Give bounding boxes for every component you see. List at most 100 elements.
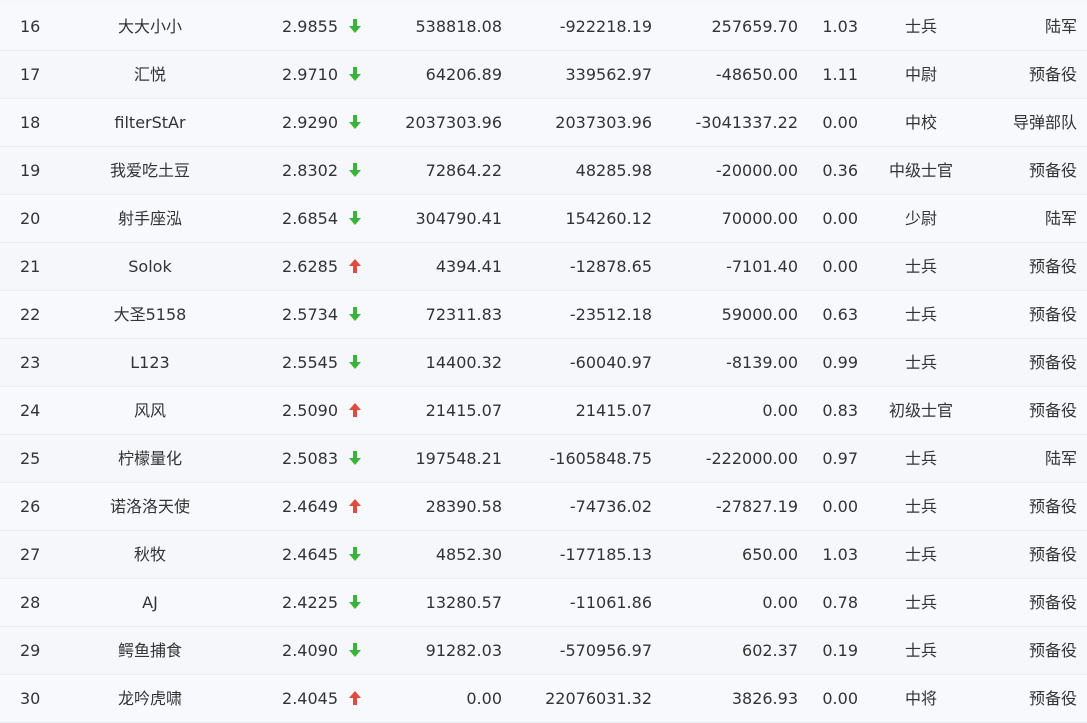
trend-icon <box>346 627 364 675</box>
trend-icon <box>346 243 364 291</box>
table-row[interactable]: 20 射手座泓 2.6854 304790.41 154260.12 70000.00 0.… <box>0 195 1087 243</box>
rank-cell: 18 <box>20 113 41 132</box>
arrow-up-icon <box>348 690 362 706</box>
score-value: 2.4225 <box>282 593 338 612</box>
rank-cell: 30 <box>20 689 41 708</box>
value-3: 602.37 <box>742 641 798 660</box>
arrow-down-icon <box>348 450 362 466</box>
unit-group: 陆军 <box>1044 209 1077 228</box>
player-name: AJ <box>142 593 158 612</box>
table-row[interactable]: 22 大圣5158 2.5734 72311.83 -23512.18 59000.00 0… <box>0 291 1087 339</box>
value-3: -27827.19 <box>715 497 798 516</box>
score-value: 2.4649 <box>282 497 338 516</box>
unit-group: 预备役 <box>1028 545 1077 564</box>
table-row[interactable]: 19 我爱吃土豆 2.8302 72864.22 48285.98 -20000.00 0.… <box>0 147 1087 195</box>
value-2: -74736.02 <box>569 497 652 516</box>
ratio-value: 0.00 <box>822 497 858 516</box>
value-2: 22076031.32 <box>545 689 652 708</box>
value-3: -3041337.22 <box>695 113 798 132</box>
arrow-down-icon <box>348 306 362 322</box>
player-name: 龙吟虎啸 <box>117 689 182 708</box>
rank-cell: 24 <box>20 401 41 420</box>
unit-group: 陆军 <box>1044 17 1077 36</box>
player-name: 柠檬量化 <box>117 449 182 468</box>
table-row[interactable]: 29 鳄鱼捕食 2.4090 91282.03 -570956.97 602.37 0.19… <box>0 627 1087 675</box>
score-value: 2.4645 <box>282 545 338 564</box>
trend-icon <box>346 579 364 627</box>
table-row[interactable]: 21 Solok 2.6285 4394.41 -12878.65 -7101.40 0.0… <box>0 243 1087 291</box>
table-row[interactable]: 18 filterStAr 2.9290 2037303.96 2037303.96 -3… <box>0 99 1087 147</box>
table-row[interactable]: 23 L123 2.5545 14400.32 -60040.97 -8139.00 0.9… <box>0 339 1087 387</box>
table-row[interactable]: 16 大大小小 2.9855 538818.08 -922218.19 257659.70… <box>0 3 1087 51</box>
trend-icon <box>346 435 364 483</box>
score-value: 2.5734 <box>282 305 338 324</box>
value-3: 59000.00 <box>721 305 798 324</box>
player-name: 风风 <box>133 401 166 420</box>
arrow-up-icon <box>348 258 362 274</box>
value-2: -12878.65 <box>569 257 652 276</box>
value-1: 13280.57 <box>425 593 502 612</box>
table-row[interactable]: 30 龙吟虎啸 2.4045 0.00 22076031.32 3826.93 0.00 中将… <box>0 675 1087 723</box>
score-value: 2.8302 <box>282 161 338 180</box>
military-rank: 少尉 <box>904 209 937 228</box>
table-row[interactable]: 17 汇悦 2.9710 64206.89 339562.97 -48650.00 1.11… <box>0 51 1087 99</box>
ratio-value: 0.99 <box>822 353 858 372</box>
value-3: 0.00 <box>762 401 798 420</box>
military-rank: 士兵 <box>904 305 937 324</box>
arrow-down-icon <box>348 642 362 658</box>
player-name: 射手座泓 <box>117 209 182 228</box>
ratio-value: 0.00 <box>822 113 858 132</box>
ratio-value: 1.03 <box>822 17 858 36</box>
value-3: 257659.70 <box>711 17 798 36</box>
value-1: 197548.21 <box>415 449 502 468</box>
rank-cell: 21 <box>20 257 41 276</box>
value-3: -8139.00 <box>726 353 798 372</box>
ratio-value: 1.03 <box>822 545 858 564</box>
unit-group: 预备役 <box>1028 161 1077 180</box>
table-row[interactable]: 27 秋牧 2.4645 4852.30 -177185.13 650.00 1.03 士兵 预… <box>0 531 1087 579</box>
score-value: 2.5545 <box>282 353 338 372</box>
rank-cell: 23 <box>20 353 41 372</box>
value-2: -1605848.75 <box>549 449 652 468</box>
table-row[interactable]: 26 诺洛洛天使 2.4649 28390.58 -74736.02 -27827.19 0… <box>0 483 1087 531</box>
value-1: 28390.58 <box>425 497 502 516</box>
military-rank: 士兵 <box>904 497 937 516</box>
table-row[interactable]: 28 AJ 2.4225 13280.57 -11061.86 0.00 0.78 士兵 预备役 <box>0 579 1087 627</box>
arrow-up-icon <box>348 402 362 418</box>
rank-cell: 19 <box>20 161 41 180</box>
military-rank: 士兵 <box>904 641 937 660</box>
value-2: 154260.12 <box>565 209 652 228</box>
rank-cell: 27 <box>20 545 41 564</box>
value-2: -11061.86 <box>569 593 652 612</box>
player-name: filterStAr <box>114 113 186 132</box>
trend-icon <box>346 99 364 147</box>
military-rank: 士兵 <box>904 593 937 612</box>
ratio-value: 0.00 <box>822 257 858 276</box>
value-2: 339562.97 <box>565 65 652 84</box>
value-2: -177185.13 <box>559 545 652 564</box>
player-name: Solok <box>128 257 172 276</box>
leaderboard-table: 16 大大小小 2.9855 538818.08 -922218.19 257659.70… <box>0 0 1087 723</box>
military-rank: 士兵 <box>904 257 937 276</box>
table-row[interactable]: 25 柠檬量化 2.5083 197548.21 -1605848.75 -222000.… <box>0 435 1087 483</box>
unit-group: 预备役 <box>1028 497 1077 516</box>
score-value: 2.9710 <box>282 65 338 84</box>
ratio-value: 0.00 <box>822 209 858 228</box>
trend-icon <box>346 387 364 435</box>
ratio-value: 0.36 <box>822 161 858 180</box>
value-1: 14400.32 <box>425 353 502 372</box>
unit-group: 预备役 <box>1028 305 1077 324</box>
rank-cell: 25 <box>20 449 41 468</box>
rank-cell: 26 <box>20 497 41 516</box>
arrow-down-icon <box>348 354 362 370</box>
ratio-value: 0.97 <box>822 449 858 468</box>
unit-group: 陆军 <box>1044 449 1077 468</box>
table-row[interactable]: 24 风风 2.5090 21415.07 21415.07 0.00 0.83 初级士官 预备… <box>0 387 1087 435</box>
score-value: 2.6285 <box>282 257 338 276</box>
value-1: 2037303.96 <box>405 113 502 132</box>
value-1: 91282.03 <box>425 641 502 660</box>
value-2: -570956.97 <box>559 641 652 660</box>
value-3: 650.00 <box>742 545 798 564</box>
unit-group: 预备役 <box>1028 353 1077 372</box>
ratio-value: 0.19 <box>822 641 858 660</box>
